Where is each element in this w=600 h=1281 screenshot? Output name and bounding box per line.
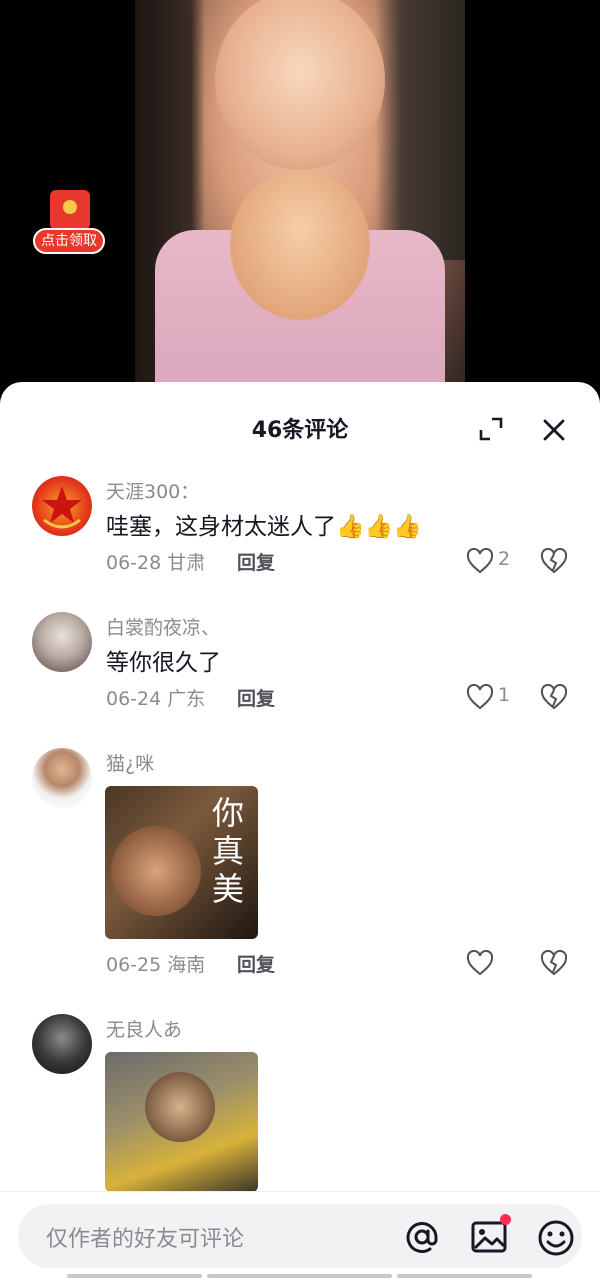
comment-text: 等你很久了 xyxy=(106,650,221,676)
comment-date-location: 06-24 广东 xyxy=(106,688,206,710)
avatar[interactable] xyxy=(32,748,92,808)
sticker-caption: 你真美 xyxy=(211,794,244,908)
video-frame[interactable] xyxy=(135,0,465,400)
comment-username[interactable]: 猫¿咪 xyxy=(106,749,154,776)
comment-sticker-image[interactable]: 你真美 xyxy=(105,786,258,939)
home-indicator xyxy=(67,1274,202,1278)
like-count: 2 xyxy=(498,548,511,570)
reply-button[interactable]: 回复 xyxy=(237,950,275,977)
comment-sticker-image[interactable] xyxy=(105,1052,258,1192)
reply-button[interactable]: 回复 xyxy=(237,684,275,711)
video-scene-hair xyxy=(375,0,465,260)
at-icon[interactable] xyxy=(403,1218,441,1256)
broken-heart-icon[interactable] xyxy=(540,548,568,574)
video-scene-face xyxy=(215,0,385,170)
comments-sheet: 46条评论 天涯300： 哇塞，这身材太迷人了👍👍👍 06-28 甘肃 回复 2 xyxy=(0,382,600,1280)
sticker-face xyxy=(111,826,201,916)
broken-heart-icon[interactable] xyxy=(540,950,568,976)
comment-input[interactable]: 仅作者的好友可评论 xyxy=(18,1204,582,1268)
avatar[interactable] xyxy=(32,476,92,536)
comment-username[interactable]: 无良人あ xyxy=(106,1015,182,1042)
home-indicator xyxy=(207,1274,392,1278)
star-avatar-icon xyxy=(42,486,82,529)
close-icon[interactable] xyxy=(540,416,568,444)
heart-icon[interactable] xyxy=(466,548,494,574)
red-packet-label: 点击领取 xyxy=(33,228,105,254)
video-scene-skin xyxy=(230,170,370,320)
red-packet-icon xyxy=(50,190,90,230)
sticker-face xyxy=(145,1072,215,1142)
image-badge-dot xyxy=(500,1214,511,1225)
comment-username[interactable]: 白裳酌夜凉、 xyxy=(106,613,220,640)
video-player[interactable]: 点击领取 xyxy=(0,0,600,400)
broken-heart-icon[interactable] xyxy=(540,684,568,710)
heart-icon[interactable] xyxy=(466,684,494,710)
comments-header: 46条评论 xyxy=(0,382,600,476)
like-count: 1 xyxy=(498,684,511,706)
avatar[interactable] xyxy=(32,1014,92,1074)
emoji-icon[interactable] xyxy=(536,1218,576,1258)
comment-username[interactable]: 天涯300： xyxy=(106,477,199,504)
heart-icon[interactable] xyxy=(466,950,494,976)
red-packet-button[interactable]: 点击领取 xyxy=(33,190,107,258)
reply-button[interactable]: 回复 xyxy=(237,548,275,575)
comments-title: 46条评论 xyxy=(251,418,349,443)
comment-input-bar: 仅作者的好友可评论 xyxy=(0,1191,600,1281)
comment-date-location: 06-25 海南 xyxy=(106,954,206,976)
home-indicator xyxy=(397,1274,532,1278)
avatar[interactable] xyxy=(32,612,92,672)
comment-text: 哇塞，这身材太迷人了👍👍👍 xyxy=(106,514,422,540)
comment-input-placeholder: 仅作者的好友可评论 xyxy=(46,1227,245,1252)
expand-icon[interactable] xyxy=(478,416,504,442)
comment-date-location: 06-28 甘肃 xyxy=(106,552,206,574)
